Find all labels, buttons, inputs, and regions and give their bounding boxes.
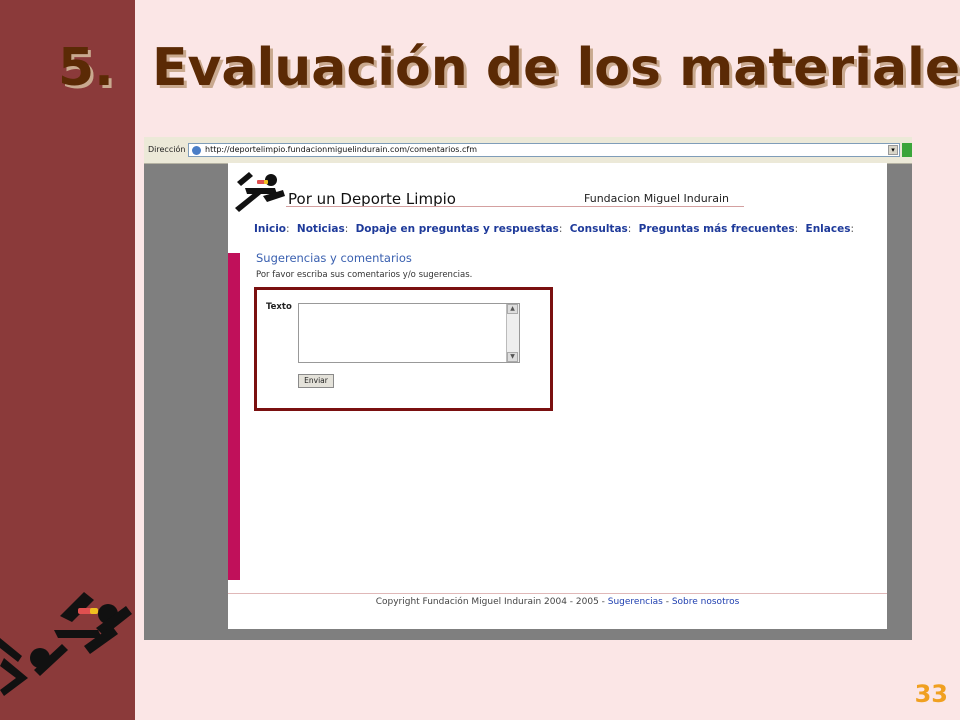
slide-number: 5. — [58, 38, 114, 98]
address-bar: Dirección http://deportelimpio.fundacion… — [144, 137, 912, 164]
footer-link-sobre-nosotros[interactable]: Sobre nosotros — [672, 597, 739, 607]
page-number: 33 — [914, 680, 948, 708]
go-arrow-icon[interactable] — [902, 143, 912, 157]
header-divider — [286, 206, 744, 207]
footer-dash: - — [662, 597, 672, 607]
nav-consultas[interactable]: Consultas — [570, 223, 628, 235]
site-org: Fundacion Miguel Indurain — [584, 192, 729, 205]
ie-page-icon — [192, 146, 201, 155]
address-label: Dirección — [148, 145, 186, 154]
runner-logo-icon — [0, 592, 132, 696]
nav-separator: : — [627, 223, 632, 235]
slide-title: 5. Evaluación de los materiales — [58, 38, 960, 98]
slide-title-text: Evaluación de los materiales — [151, 38, 960, 98]
nav-separator: : — [794, 223, 799, 235]
nav-inicio[interactable]: Inicio — [254, 223, 286, 235]
nav-enlaces[interactable]: Enlaces — [806, 223, 851, 235]
nav-separator: : — [558, 223, 563, 235]
footer-divider — [228, 593, 887, 594]
section-description: Por favor escriba sus comentarios y/o su… — [256, 270, 473, 280]
chevron-down-icon[interactable]: ▾ — [888, 145, 898, 155]
section-side-bar — [228, 253, 240, 580]
address-url: http://deportelimpio.fundacionmiguelindu… — [205, 145, 477, 154]
nav-dopaje[interactable]: Dopaje en preguntas y respuestas — [356, 223, 559, 235]
site-nav: Inicio: Noticias: Dopaje en preguntas y … — [254, 223, 858, 235]
section-title: Sugerencias y comentarios — [256, 251, 412, 265]
nav-separator: : — [344, 223, 349, 235]
nav-noticias[interactable]: Noticias — [297, 223, 345, 235]
highlight-box — [254, 287, 553, 411]
nav-separator: : — [850, 223, 855, 235]
nav-separator: : — [286, 223, 290, 235]
footer: Copyright Fundación Miguel Indurain 2004… — [228, 597, 887, 607]
footer-copyright: Copyright Fundación Miguel Indurain 2004… — [375, 597, 608, 607]
footer-link-sugerencias[interactable]: Sugerencias — [608, 597, 663, 607]
site-runner-logo-icon — [235, 172, 285, 212]
address-field[interactable]: http://deportelimpio.fundacionmiguelindu… — [188, 143, 900, 157]
nav-preguntas[interactable]: Preguntas más frecuentes — [639, 223, 795, 235]
